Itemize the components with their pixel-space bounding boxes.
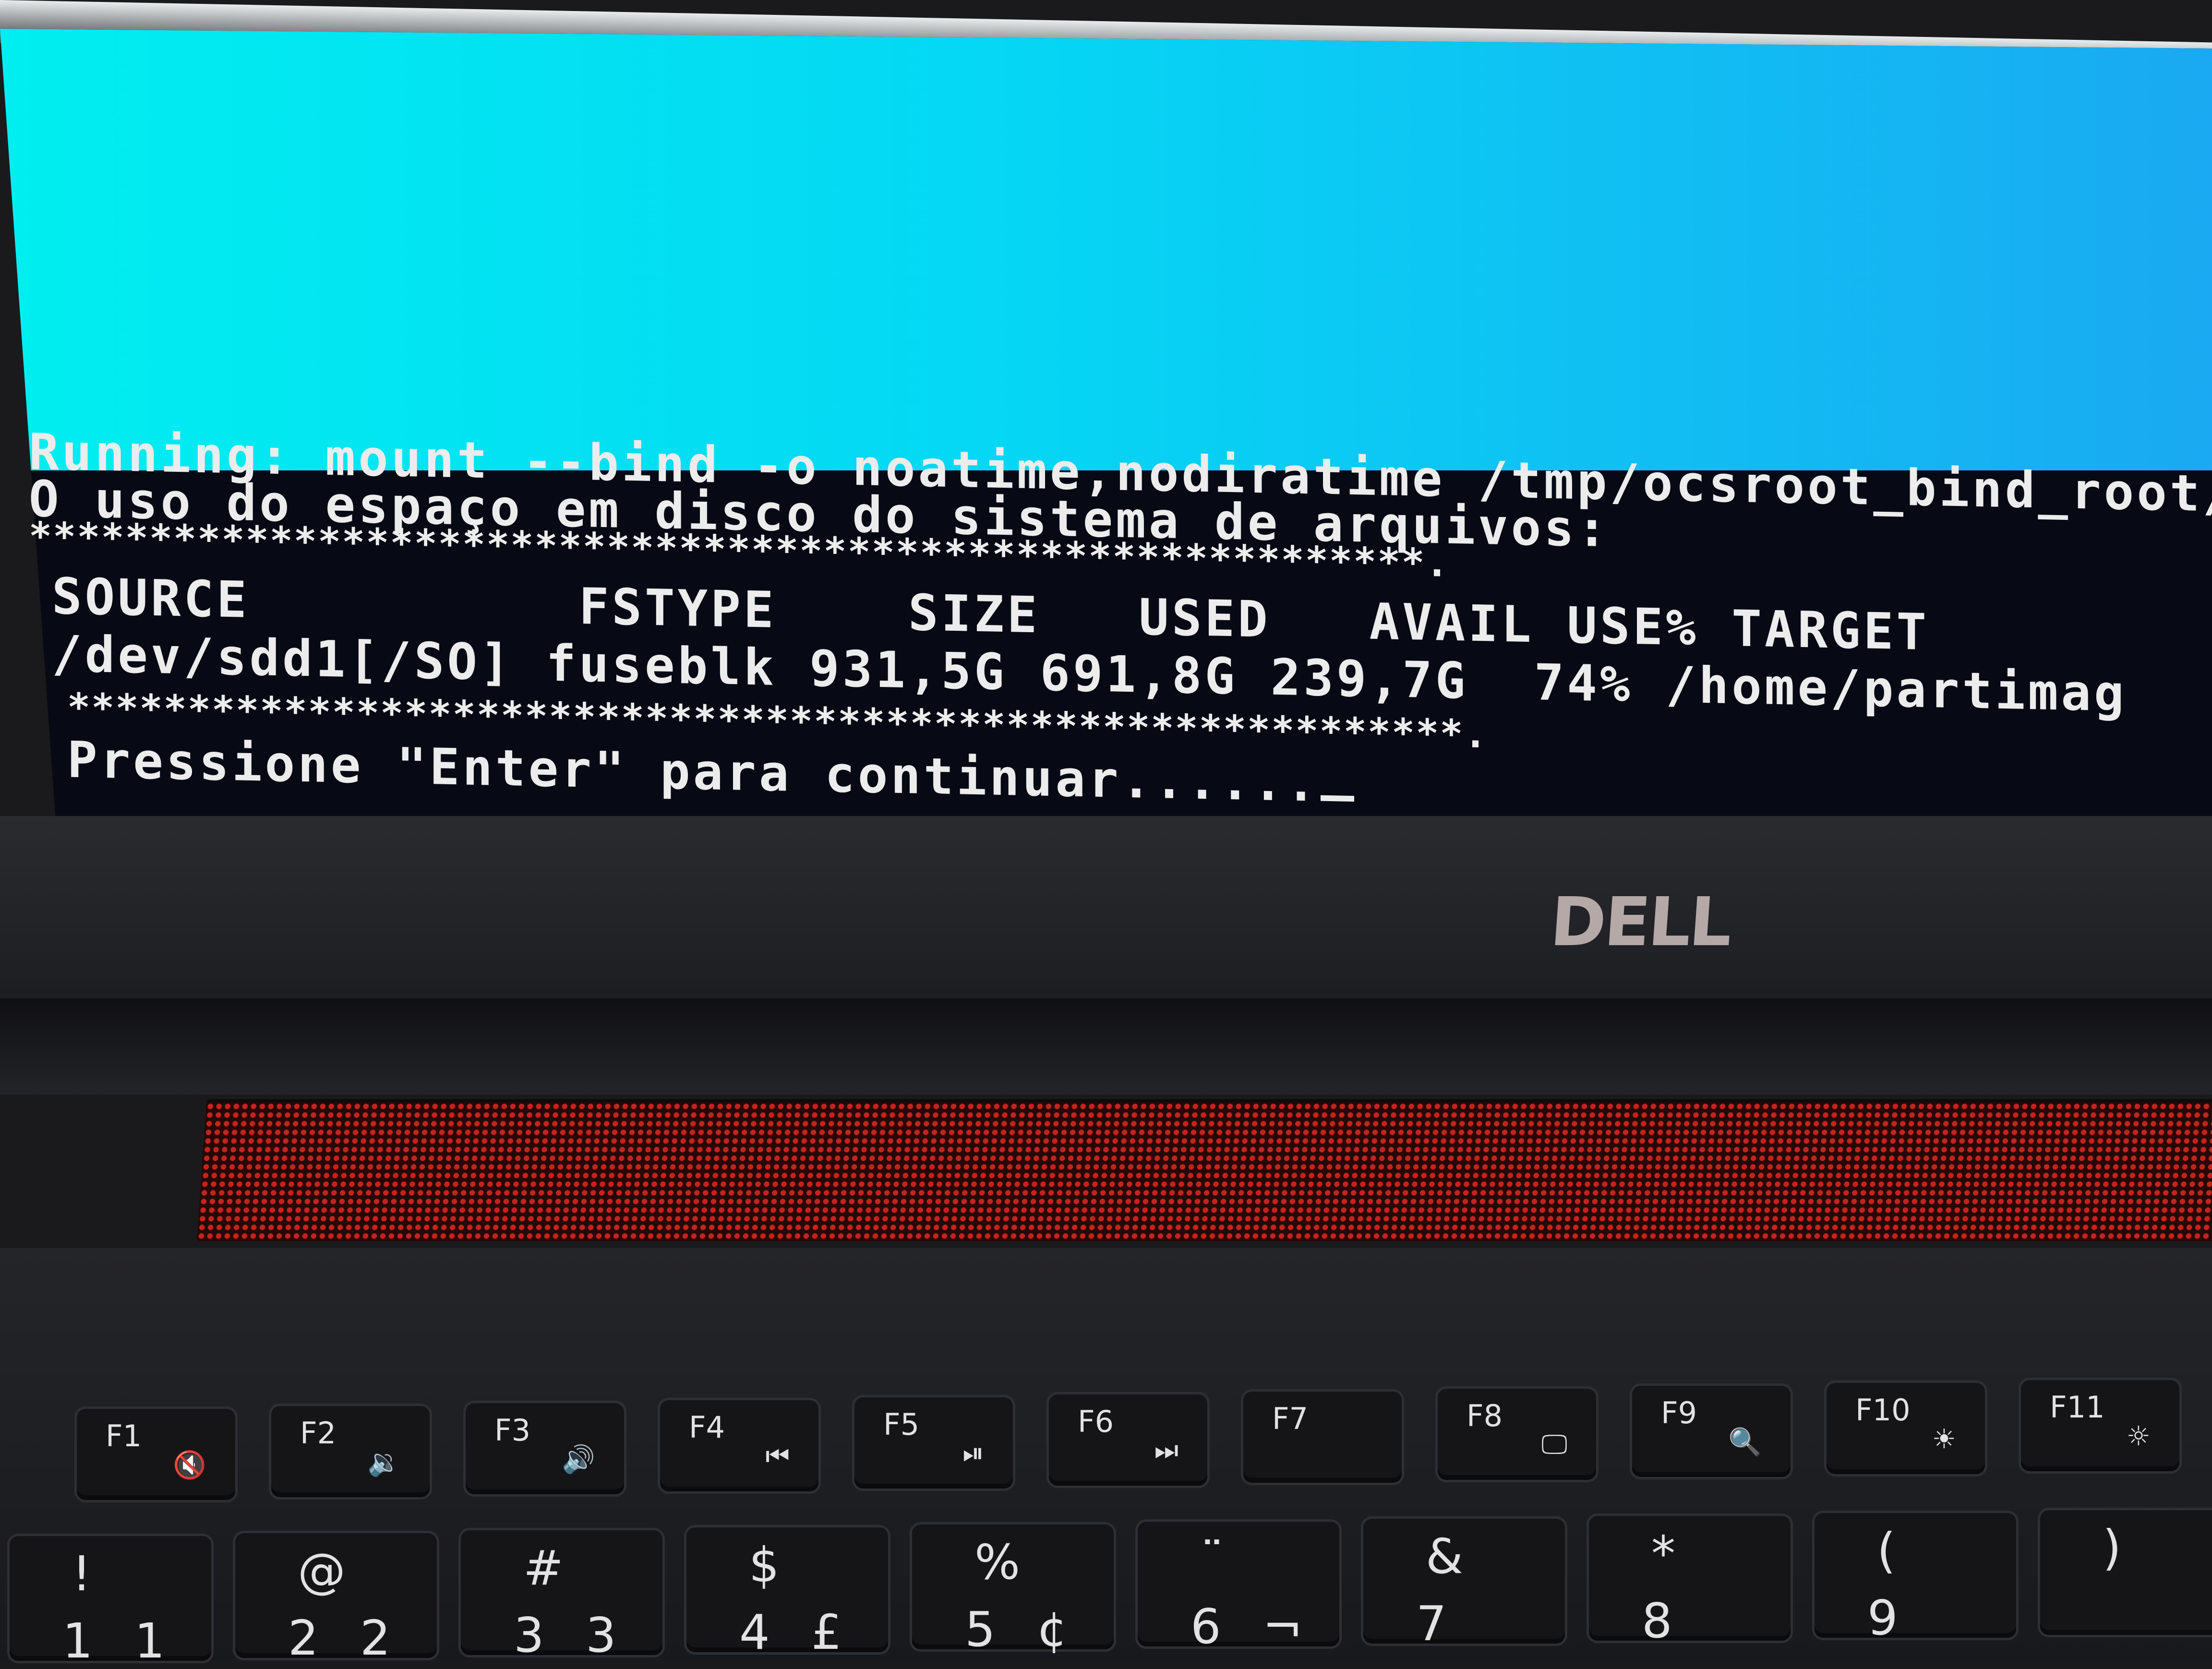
key-shift-symbol: @ [298, 1543, 346, 1599]
search-icon: 🔍 [1728, 1427, 1762, 1458]
key-shift-symbol: # [523, 1540, 564, 1596]
key-digit: 7 [1416, 1596, 1447, 1652]
key-alt-symbol: £ [811, 1604, 842, 1660]
text-cursor [1321, 795, 1355, 802]
key-label: F2 [300, 1416, 337, 1451]
key-label: F10 [1855, 1393, 1911, 1428]
key-f4[interactable]: F4 ⏮ [660, 1400, 818, 1491]
key-number-8[interactable]: * 8 [1589, 1516, 1791, 1649]
key-f8[interactable]: F8 🖵 [1438, 1389, 1596, 1480]
key-number-9[interactable]: (9 [1815, 1513, 2016, 1646]
key-label: F1 [106, 1418, 142, 1453]
key-f6[interactable]: F6 ⏭ [1049, 1394, 1207, 1486]
key-f3[interactable]: F3 🔊 [466, 1403, 624, 1494]
key-shift-symbol: ¨ [1200, 1531, 1224, 1587]
next-track-icon: ⏭ [1154, 1435, 1178, 1466]
volume-down-icon: 🔉 [367, 1447, 401, 1478]
key-number-5[interactable]: % 5 ¢ [912, 1525, 1114, 1657]
display-icon: 🖵 [1541, 1429, 1567, 1460]
key-digit: 6 [1190, 1598, 1221, 1655]
key-label: F6 [1078, 1404, 1114, 1439]
previous-track-icon: ⏮ [765, 1441, 790, 1472]
dell-logo: DELL [1548, 883, 1733, 961]
key-digit: 9 [1867, 1590, 1898, 1646]
key-f2[interactable]: F2 🔉 [271, 1406, 430, 1497]
blue-background-panel [0, 29, 2212, 470]
terminal-output: Running: mount --bind -o noatime,nodirat… [29, 422, 2212, 858]
key-f1[interactable]: F1 🔇 [77, 1409, 235, 1500]
key-shift-symbol: $ [749, 1537, 780, 1593]
key-number-2[interactable]: @2 2 [235, 1533, 437, 1666]
key-f11[interactable]: F11 ☼ [2021, 1380, 2179, 1471]
key-number-3[interactable]: #3 3 [461, 1530, 662, 1663]
key-number-6[interactable]: ¨ 6 ¬ [1138, 1522, 1339, 1655]
backlight-icon: ☀ [1932, 1424, 1956, 1455]
key-alt-symbol: ¢ [1037, 1601, 1068, 1657]
key-alt-symbol: 1 [134, 1613, 165, 1669]
key-f10[interactable]: F10 ☀ [1827, 1383, 1985, 1474]
key-number-7[interactable]: & 7 [1363, 1519, 1565, 1652]
key-shift-symbol: ! [72, 1546, 92, 1602]
key-alt-symbol: 3 [586, 1607, 616, 1663]
key-shift-symbol: ( [1877, 1523, 1896, 1579]
key-label: F9 [1661, 1395, 1697, 1430]
key-label: F7 [1272, 1401, 1309, 1436]
key-label: F8 [1467, 1398, 1503, 1433]
screen-bezel-bottom [0, 816, 2212, 998]
brightness-icon: ☼ [2126, 1421, 2151, 1452]
play-pause-icon: ⏯ [962, 1438, 984, 1469]
key-shift-symbol: & [1426, 1528, 1463, 1585]
key-number-4[interactable]: $4 £ [686, 1527, 888, 1660]
key-label: F11 [2050, 1390, 2105, 1425]
volume-up-icon: 🔊 [562, 1444, 595, 1475]
key-f5[interactable]: F5 ⏯ [854, 1397, 1013, 1489]
key-number-1[interactable]: ! 1 1 [10, 1536, 211, 1669]
key-label: F5 [883, 1407, 920, 1442]
key-alt-symbol: ¬ [1262, 1598, 1303, 1655]
mute-icon: 🔇 [173, 1450, 206, 1481]
key-f7[interactable]: F7 [1243, 1392, 1402, 1483]
key-label: F4 [689, 1410, 725, 1445]
key-f9[interactable]: F9 🔍 [1632, 1386, 1791, 1477]
key-alt-symbol: 2 [360, 1610, 391, 1666]
key-shift-symbol: % [974, 1534, 1021, 1590]
key-digit: 5 [965, 1601, 996, 1657]
key-digit: 1 [62, 1613, 93, 1669]
key-shift-symbol: ) [2103, 1520, 2122, 1576]
key-digit: 8 [1642, 1593, 1672, 1649]
key-digit: 2 [288, 1610, 319, 1666]
key-digit: 4 [739, 1604, 770, 1660]
key-number-)[interactable]: ) [2040, 1510, 2212, 1635]
key-label: F3 [494, 1413, 531, 1448]
key-digit: 3 [514, 1607, 544, 1663]
speaker-grille [196, 1099, 2212, 1241]
key-shift-symbol: * [1651, 1525, 1675, 1582]
laptop-hinge [0, 998, 2212, 1094]
